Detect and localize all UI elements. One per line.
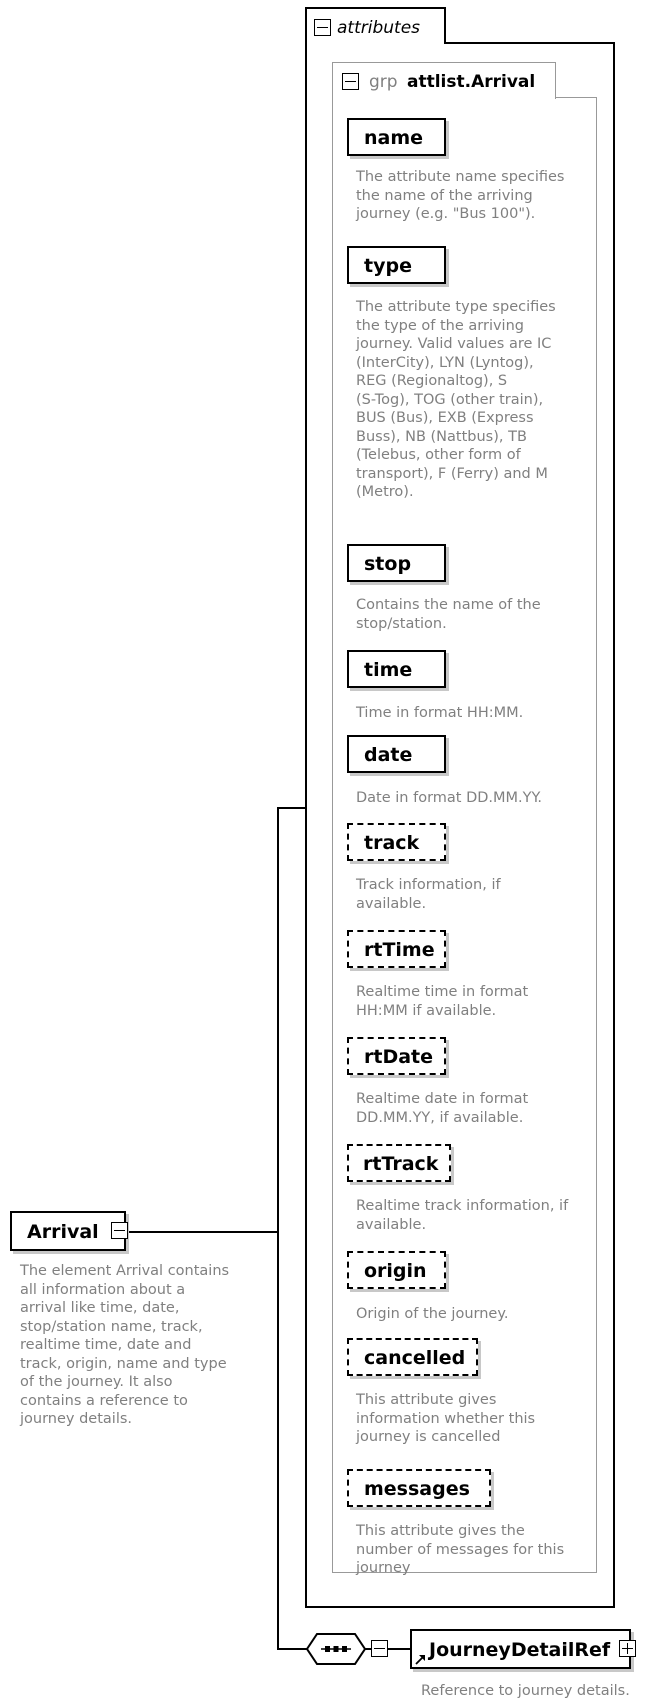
attributes-group-tab[interactable]: attributes — [305, 7, 446, 44]
toggle-to-child-line — [388, 1648, 410, 1650]
attribute-doc: Time in format HH:MM. — [356, 705, 524, 721]
attribute-name: rtDate — [364, 1046, 434, 1068]
attribute-box-name[interactable]: name — [347, 118, 446, 156]
root-connector-line — [128, 1231, 278, 1233]
attribute-name: cancelled — [364, 1347, 466, 1369]
sequence-branch-line — [277, 1648, 307, 1650]
attribute-doc: Realtime track information, if available. — [356, 1198, 569, 1233]
attribute-name: messages — [364, 1478, 470, 1500]
attribute-doc: This attribute gives information whether … — [356, 1392, 536, 1445]
attlist-group-name: attlist.Arrival — [407, 72, 536, 92]
attribute-name: origin — [364, 1260, 427, 1282]
attributes-group-label: attributes — [337, 18, 421, 38]
attribute-box-messages[interactable]: messages — [347, 1469, 491, 1507]
attribute-name: stop — [364, 553, 412, 575]
trunk-vertical-line — [277, 807, 279, 1649]
journey-detail-ref-name: JourneyDetailRef — [429, 1639, 611, 1661]
attlist-group-prefix: grp — [369, 72, 398, 92]
attribute-box-track[interactable]: track — [347, 823, 446, 861]
attribute-box-rtTime[interactable]: rtTime — [347, 930, 446, 968]
attribute-box-stop[interactable]: stop — [347, 544, 446, 582]
journey-detail-ref-doc: Reference to journey details. — [421, 1683, 630, 1699]
attlist-collapse-toggle-icon[interactable] — [342, 73, 359, 90]
attributes-branch-line — [277, 807, 305, 809]
attribute-box-cancelled[interactable]: cancelled — [347, 1338, 478, 1376]
attribute-doc: Date in format DD.MM.YY. — [356, 790, 543, 806]
attributes-collapse-toggle-icon[interactable] — [314, 19, 331, 36]
reference-arrow-icon — [415, 1655, 425, 1665]
journey-detail-ref-box[interactable]: JourneyDetailRef — [410, 1629, 631, 1669]
attribute-name: date — [364, 744, 413, 766]
attribute-doc: Contains the name of the stop/station. — [356, 597, 541, 632]
root-element-doc: The element Arrival contains all informat… — [20, 1263, 230, 1427]
attribute-doc: Origin of the journey. — [356, 1306, 509, 1322]
attribute-doc: Track information, if available. — [356, 877, 501, 912]
attribute-name: rtTime — [364, 939, 435, 961]
attribute-box-type[interactable]: type — [347, 246, 446, 284]
attribute-box-time[interactable]: time — [347, 650, 446, 688]
attribute-box-origin[interactable]: origin — [347, 1251, 446, 1289]
attribute-box-rtDate[interactable]: rtDate — [347, 1037, 446, 1075]
root-element-name: Arrival — [27, 1221, 99, 1243]
sequence-collapse-toggle-icon[interactable] — [371, 1640, 388, 1657]
root-element-box[interactable]: Arrival — [10, 1211, 126, 1251]
attribute-doc: Realtime date in format DD.MM.YY, if avai… — [356, 1091, 529, 1126]
attribute-name: name — [364, 127, 424, 149]
attribute-box-date[interactable]: date — [347, 735, 446, 773]
attribute-box-rtTrack[interactable]: rtTrack — [347, 1144, 451, 1182]
attribute-doc: The attribute name specifies the name of … — [356, 169, 565, 222]
attribute-name: track — [364, 832, 420, 854]
sequence-compositor-icon[interactable] — [305, 1632, 367, 1666]
attribute-name: time — [364, 659, 413, 681]
root-collapse-toggle-icon[interactable] — [111, 1222, 128, 1239]
attribute-doc: Realtime time in format HH:MM if availabl… — [356, 984, 529, 1019]
journey-detail-ref-expand-icon[interactable] — [619, 1640, 636, 1657]
attribute-doc: The attribute type specifies the type of … — [356, 299, 556, 500]
attribute-doc: This attribute gives the number of messag… — [356, 1523, 565, 1576]
attribute-name: rtTrack — [363, 1153, 439, 1175]
attribute-name: type — [364, 255, 412, 277]
attlist-group-tab[interactable]: grp attlist.Arrival — [332, 62, 556, 99]
